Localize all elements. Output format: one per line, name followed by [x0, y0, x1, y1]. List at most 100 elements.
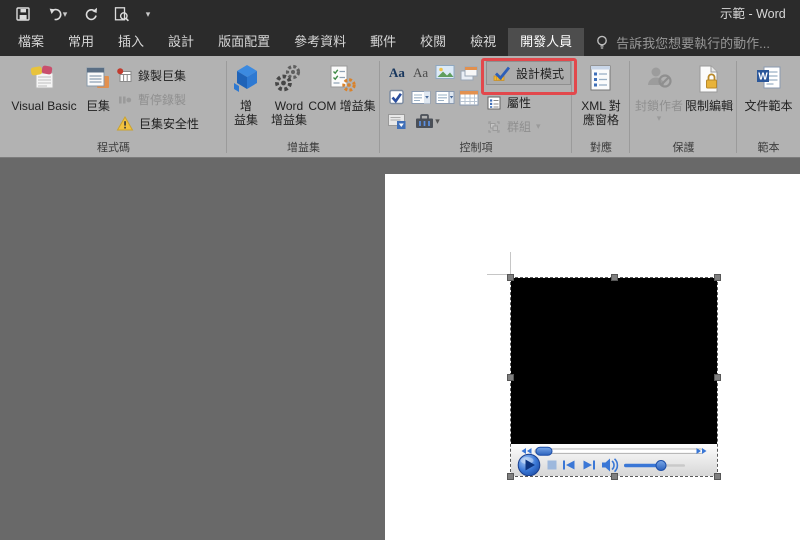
block-authors-dropdown-caret: ▾	[657, 113, 662, 124]
macros-button[interactable]: 巨集	[80, 60, 116, 142]
group-objects-label: 群組	[507, 118, 531, 135]
combo-box-content-control-button[interactable]	[410, 87, 432, 107]
macro-security-warning-icon	[116, 115, 134, 132]
pause-recording-label: 暫停錄製	[138, 91, 186, 108]
block-authors-label: 封鎖作者	[635, 99, 683, 113]
volume-slider-fill	[624, 464, 661, 467]
ribbon: Visual Basic 巨集	[0, 56, 800, 158]
media-player-object[interactable]	[510, 277, 718, 477]
print-preview-icon	[113, 6, 130, 23]
design-mode-label: 設計模式	[516, 65, 564, 82]
resize-handle-bottom-left[interactable]	[507, 473, 514, 480]
plain-text-content-control-button[interactable]: Aa	[410, 62, 432, 82]
customize-qat-button[interactable]: ▾	[142, 5, 154, 23]
undo-dropdown-caret[interactable]: ▾	[63, 9, 68, 20]
tab-developer[interactable]: 開發人員	[508, 28, 584, 56]
group-button: 群組 ▾	[486, 118, 541, 135]
date-picker-content-control-button[interactable]	[458, 87, 480, 107]
properties-label: 屬性	[507, 94, 531, 111]
dropdown-list-content-control-button[interactable]	[434, 87, 456, 107]
com-addins-button[interactable]: COM 增益集	[305, 60, 379, 142]
lightbulb-icon	[594, 34, 610, 50]
tab-file[interactable]: 檔案	[6, 28, 56, 56]
group-mapping: XML 對 應窗格 對應	[572, 56, 630, 157]
group-code: Visual Basic 巨集	[0, 56, 227, 157]
volume-slider-thumb[interactable]	[656, 461, 666, 471]
group-controls: Aa Aa	[380, 56, 572, 157]
svg-text:W: W	[758, 72, 768, 83]
macro-security-button[interactable]: 巨集安全性	[116, 112, 199, 134]
group-addins: 增 益集 Word 增益集	[227, 56, 380, 157]
document-template-button[interactable]: W 文件範本	[739, 60, 798, 142]
tab-view[interactable]: 檢視	[458, 28, 508, 56]
restrict-editing-button[interactable]: 限制編輯	[684, 60, 734, 142]
date-picker-calendar-icon	[459, 89, 479, 106]
macro-security-label: 巨集安全性	[139, 115, 199, 132]
toolbox-dropdown-caret: ▾	[435, 116, 440, 127]
plain-text-aa-icon: Aa	[411, 64, 431, 80]
addins-button[interactable]: 增 益集	[228, 60, 264, 142]
save-button[interactable]	[14, 5, 32, 23]
resize-handle-top-center[interactable]	[611, 274, 618, 281]
building-block-gallery-content-control-button[interactable]	[458, 62, 480, 82]
combo-box-icon	[411, 89, 431, 105]
tab-design[interactable]: 設計	[156, 28, 206, 56]
document-template-label: 文件範本	[744, 99, 792, 113]
tab-insert[interactable]: 插入	[106, 28, 156, 56]
margin-crop-mark-vertical	[510, 252, 511, 275]
legacy-tools-button[interactable]	[386, 111, 408, 131]
rich-text-content-control-button[interactable]: Aa	[386, 62, 408, 82]
tab-layout[interactable]: 版面配置	[206, 28, 282, 56]
group-objects-icon	[486, 119, 502, 135]
toolbox-icon	[414, 112, 435, 130]
seek-bar-track[interactable]	[535, 449, 703, 453]
resize-handle-middle-right[interactable]	[714, 374, 721, 381]
tab-review[interactable]: 校閱	[408, 28, 458, 56]
redo-button[interactable]	[82, 5, 100, 23]
media-player-video-area[interactable]	[511, 278, 717, 444]
play-button[interactable]	[518, 454, 540, 476]
group-templates-label: 範本	[737, 139, 800, 155]
visual-basic-button[interactable]: Visual Basic	[8, 60, 80, 142]
resize-handle-top-left[interactable]	[507, 274, 514, 281]
group-code-label: 程式碼	[0, 139, 227, 155]
group-protect: 封鎖作者 ▾ 限制編輯 保護	[630, 56, 737, 157]
customize-qat-caret-icon: ▾	[146, 9, 151, 20]
properties-button[interactable]: 屬性	[486, 94, 531, 111]
tab-references[interactable]: 參考資料	[282, 28, 358, 56]
xml-mapping-pane-label: XML 對 應窗格	[581, 99, 621, 127]
block-authors-icon	[644, 64, 674, 94]
xml-mapping-pane-button[interactable]: XML 對 應窗格	[575, 60, 627, 142]
picture-content-control-button[interactable]	[434, 62, 456, 82]
rich-text-aa-icon: Aa	[387, 64, 407, 80]
com-addins-icon	[327, 63, 357, 95]
design-mode-icon	[493, 65, 511, 82]
properties-icon	[486, 95, 502, 111]
stop-button[interactable]	[548, 461, 557, 470]
resize-handle-bottom-center[interactable]	[611, 473, 618, 480]
ribbon-tab-row: 檔案 常用 插入 設計 版面配置 參考資料 郵件 校閱 檢視 開發人員 告訴我您…	[0, 28, 800, 56]
print-preview-button[interactable]	[112, 5, 130, 23]
checkbox-content-control-button[interactable]	[386, 87, 408, 107]
resize-handle-middle-left[interactable]	[507, 374, 514, 381]
checkbox-icon	[388, 88, 406, 106]
record-macro-label: 錄製巨集	[138, 67, 186, 84]
design-mode-button[interactable]: 設計模式	[486, 61, 571, 85]
controls-toolbox-button[interactable]: ▾	[410, 111, 444, 131]
seek-bar-thumb[interactable]	[536, 447, 552, 455]
macros-label: 巨集	[86, 99, 110, 113]
document-template-icon: W	[754, 64, 784, 94]
resize-handle-bottom-right[interactable]	[714, 473, 721, 480]
word-addins-gears-icon	[274, 63, 304, 95]
xml-mapping-pane-icon	[586, 64, 616, 94]
record-macro-icon	[116, 67, 133, 84]
svg-text:Aa: Aa	[389, 65, 405, 80]
tab-home[interactable]: 常用	[56, 28, 106, 56]
picture-icon	[435, 64, 455, 80]
undo-button[interactable]: ▾	[44, 5, 70, 23]
resize-handle-top-right[interactable]	[714, 274, 721, 281]
legacy-tools-icon	[387, 112, 407, 130]
tell-me-box[interactable]: 告訴我您想要執行的動作...	[594, 28, 770, 56]
tab-mailings[interactable]: 郵件	[358, 28, 408, 56]
record-macro-button[interactable]: 錄製巨集	[116, 64, 186, 86]
